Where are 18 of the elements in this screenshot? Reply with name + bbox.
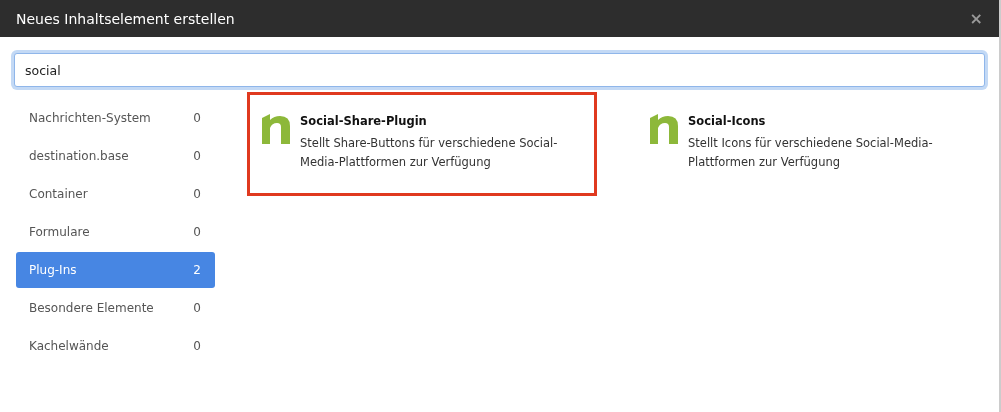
category-item[interactable]: destination.base 0: [16, 138, 215, 174]
category-item[interactable]: Besondere Elemente 0: [16, 290, 215, 326]
element-description: Stellt Share-Buttons für verschiedene Social-Media-Plattformen zur Verfügung: [300, 135, 559, 171]
element-title: Social-Icons: [688, 114, 767, 128]
category-item[interactable]: Formulare 0: [16, 214, 215, 250]
category-item[interactable]: Container 0: [16, 176, 215, 212]
category-item[interactable]: Nachrichten-System 0: [16, 100, 215, 136]
element-card[interactable]: Social-Share-Plugin Stellt Share-Buttons für verschiedene Social-Media-Plattformen zur Verfügung: [247, 92, 597, 196]
category-item[interactable]: Kachelwände 0: [16, 328, 215, 364]
element-title: Social-Share-Plugin: [300, 114, 428, 128]
search-field[interactable]: social: [14, 53, 985, 87]
letter-n-icon: [262, 114, 290, 144]
letter-n-icon: [650, 114, 678, 144]
element-description: Stellt Icons für verschiedene Social-Media-Plattformen zur Verfügung: [688, 135, 934, 171]
element-card[interactable]: Social-Icons Stellt Icons für verschiedene Social-Media-Plattformen zur Verfügung: [635, 92, 985, 196]
close-button[interactable]: ×: [969, 9, 983, 28]
category-item[interactable]: Plug-Ins 2: [16, 252, 215, 288]
window-title: Neues Inhaltselement erstellen: [16, 10, 235, 27]
